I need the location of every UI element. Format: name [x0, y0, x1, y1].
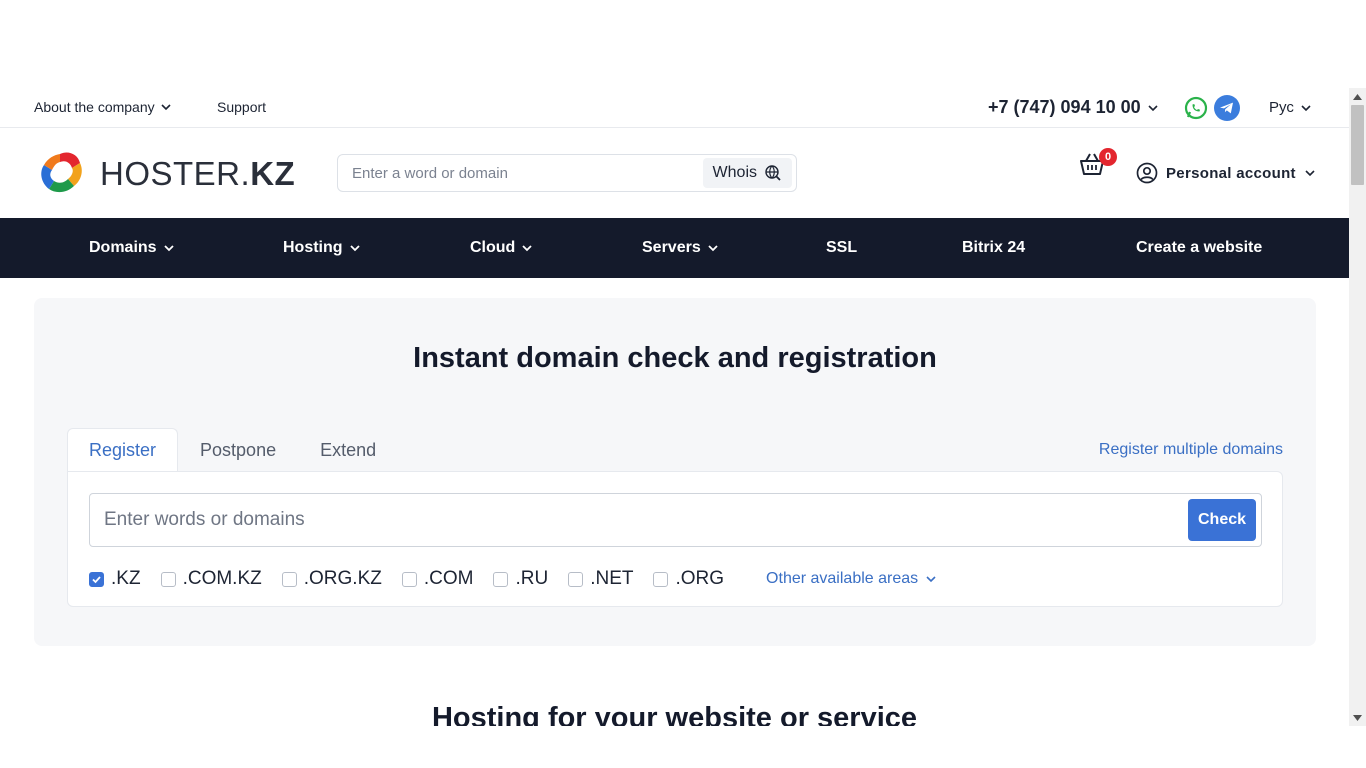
scroll-up-arrow-icon[interactable]: [1349, 88, 1366, 105]
zone-option-com-kz[interactable]: .COM.KZ: [160, 568, 262, 590]
header-search: Whois: [337, 154, 797, 192]
nav-item-domains[interactable]: Domains: [89, 218, 175, 278]
zone-checkbox[interactable]: [401, 571, 417, 587]
tab-postpone[interactable]: Postpone: [178, 428, 298, 472]
zone-checkbox[interactable]: [568, 571, 584, 587]
zone-label: .ORG: [675, 568, 725, 589]
logo-text: HOSTER.KZ: [100, 155, 295, 193]
tab-register[interactable]: Register: [67, 428, 179, 472]
nav-item-label: Bitrix 24: [962, 239, 1026, 256]
domain-check-title: Instant domain check and registration: [413, 342, 937, 374]
scrollbar-thumb[interactable]: [1351, 105, 1364, 185]
hosting-section-title: Hosting for your website or service: [431, 702, 918, 726]
domain-check-input[interactable]: [104, 494, 1164, 546]
user-icon: [1136, 162, 1158, 184]
page-scrollbar[interactable]: [1349, 88, 1366, 726]
chevron-down-icon: [161, 104, 171, 111]
tab-extend[interactable]: Extend: [298, 428, 398, 472]
personal-account-menu[interactable]: Personal account: [1136, 162, 1316, 184]
nav-item-servers[interactable]: Servers: [642, 218, 719, 278]
phone-number: +7 (747) 094 10 00: [988, 97, 1141, 117]
zone-label: .KZ: [111, 568, 141, 589]
domain-search-input[interactable]: [352, 155, 692, 191]
whatsapp-icon[interactable]: [1183, 95, 1209, 121]
main-nav: Domains Hosting Cloud Servers SSL Bitrix…: [0, 218, 1349, 278]
site-header: HOSTER.KZ Whois 0: [0, 128, 1349, 218]
other-areas-label: Other available areas: [766, 570, 919, 587]
whois-button[interactable]: Whois: [702, 158, 792, 188]
zone-option-com[interactable]: .COM: [401, 568, 474, 590]
logo-mark-icon: [41, 152, 82, 193]
zone-option-net[interactable]: .NET: [568, 568, 633, 590]
zone-label: .COM: [423, 568, 474, 589]
top-bar: About the company Support +7 (747) 094 1…: [0, 88, 1349, 128]
zone-label: .NET: [590, 568, 634, 589]
other-areas-dropdown[interactable]: Other available areas: [766, 570, 937, 588]
cart-count-badge: 0: [1099, 148, 1117, 166]
logo-text-light: HOSTER.: [100, 155, 251, 192]
support-label: Support: [217, 99, 267, 115]
zone-checkbox[interactable]: [493, 571, 509, 587]
zone-checkbox[interactable]: [281, 571, 297, 587]
domain-check-form: Check .KZ .COM.KZ .ORG.KZ: [67, 471, 1283, 607]
zone-label: .ORG.KZ: [303, 568, 382, 589]
about-company-label: About the company: [34, 99, 155, 115]
domain-zone-list: .KZ .COM.KZ .ORG.KZ .COM .RU .NET .ORG O…: [89, 567, 937, 591]
nav-item-label: Cloud: [470, 239, 516, 256]
check-button[interactable]: Check: [1188, 499, 1256, 541]
chevron-down-icon: [163, 245, 174, 252]
nav-item-create-website[interactable]: Create a website: [1136, 218, 1262, 278]
nav-item-cloud[interactable]: Cloud: [470, 218, 533, 278]
language-label: Рус: [1269, 99, 1294, 116]
chevron-down-icon: [1301, 104, 1311, 111]
personal-account-label: Personal account: [1166, 164, 1296, 182]
chevron-down-icon: [1305, 170, 1315, 177]
zone-option-kz[interactable]: .KZ: [89, 568, 141, 590]
chevron-down-icon: [926, 576, 936, 583]
chevron-down-icon: [349, 245, 360, 252]
nav-item-label: Domains: [89, 239, 157, 256]
scroll-down-arrow-icon[interactable]: [1349, 709, 1366, 726]
logo-text-bold: KZ: [250, 155, 296, 192]
nav-item-label: Hosting: [283, 239, 343, 256]
whois-label: Whois: [712, 164, 757, 181]
domain-input-wrapper: Check: [89, 493, 1262, 547]
nav-item-label: SSL: [826, 239, 858, 256]
telegram-icon[interactable]: [1214, 95, 1240, 121]
zone-checkbox[interactable]: [653, 571, 669, 587]
site-logo[interactable]: HOSTER.KZ: [34, 148, 295, 200]
zone-label: .RU: [515, 568, 549, 589]
register-multiple-domains-link[interactable]: Register multiple domains: [1099, 441, 1283, 459]
domain-check-panel: Instant domain check and registration Re…: [34, 298, 1316, 646]
nav-item-ssl[interactable]: SSL: [826, 218, 857, 278]
checkmark-icon: [92, 575, 101, 583]
zone-option-org-kz[interactable]: .ORG.KZ: [281, 568, 382, 590]
nav-item-bitrix24[interactable]: Bitrix 24: [962, 218, 1025, 278]
phone-menu[interactable]: +7 (747) 094 10 00: [988, 97, 1159, 118]
domain-action-tabs: Register Postpone Extend: [67, 428, 398, 472]
page-viewport: About the company Support +7 (747) 094 1…: [0, 88, 1349, 726]
about-company-menu[interactable]: About the company: [34, 99, 172, 115]
nav-item-label: Servers: [642, 239, 701, 256]
nav-item-hosting[interactable]: Hosting: [283, 218, 361, 278]
nav-item-label: Create a website: [1136, 239, 1263, 256]
zone-checkbox[interactable]: [89, 571, 104, 587]
chevron-down-icon: [1148, 104, 1158, 111]
chevron-down-icon: [522, 245, 532, 252]
globe-search-icon: [765, 165, 781, 181]
zone-checkbox[interactable]: [160, 571, 176, 587]
zone-option-org[interactable]: .ORG: [653, 568, 724, 590]
support-link[interactable]: Support: [217, 99, 266, 115]
zone-label: .COM.KZ: [182, 568, 262, 589]
zone-option-ru[interactable]: .RU: [493, 568, 548, 590]
language-selector[interactable]: Рус: [1269, 99, 1312, 116]
chevron-down-icon: [708, 245, 718, 252]
